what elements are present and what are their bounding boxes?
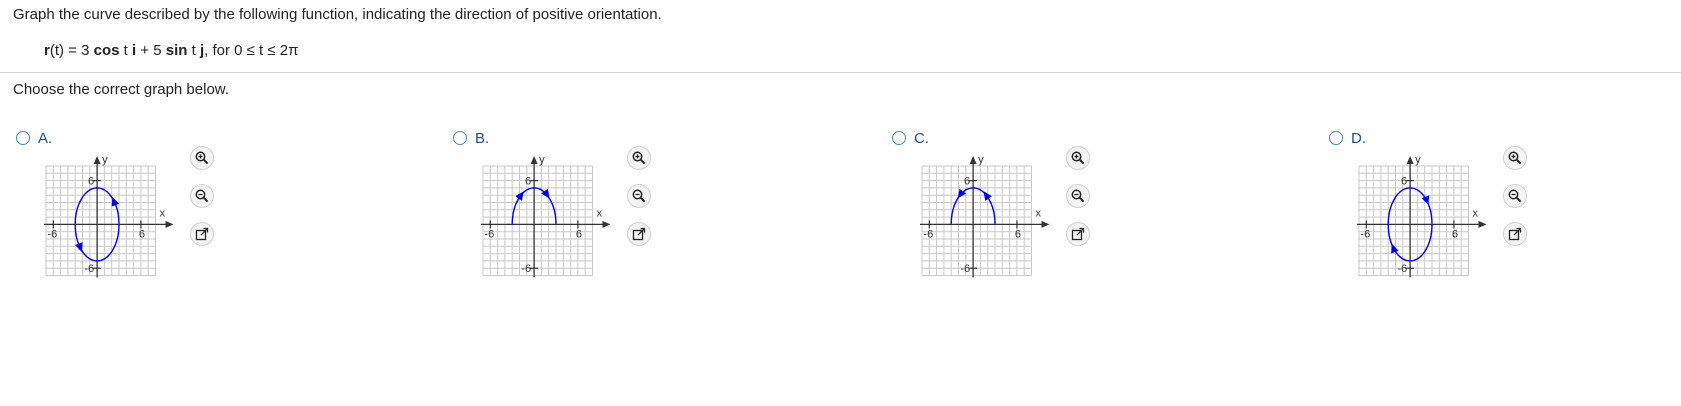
y-axis-label: y	[102, 154, 108, 166]
y-max-label: 6	[964, 176, 970, 188]
option-letter: C.	[914, 130, 929, 147]
x-axis-label: x	[1473, 207, 1479, 219]
expand-button[interactable]	[190, 222, 214, 246]
y-max-label: 6	[88, 176, 94, 188]
x-axis-label: x	[160, 207, 166, 219]
expand-button[interactable]	[1066, 222, 1090, 246]
instruction-text: Choose the correct graph below.	[13, 81, 229, 98]
y-max-label: 6	[1401, 176, 1407, 188]
zoom-out-icon	[195, 189, 209, 203]
x-min-label: -6	[47, 228, 57, 240]
x-min-label: -6	[923, 228, 933, 240]
formula-part: , for 0 ≤ t ≤ 2π	[204, 42, 299, 59]
option-graph[interactable]: y x 6 -6 -6 6	[1355, 154, 1500, 294]
x-max-label: 6	[1015, 228, 1021, 240]
expand-button[interactable]	[627, 222, 651, 246]
x-axis-arrow	[1478, 220, 1487, 228]
expand-icon	[1071, 227, 1085, 241]
zoom-in-button[interactable]	[1066, 146, 1090, 170]
radio-button[interactable]	[1329, 131, 1343, 145]
option-graph[interactable]: y x 6 -6 -6 6	[918, 154, 1063, 294]
formula-cos: cos	[93, 42, 120, 59]
y-min-label: -6	[521, 263, 531, 275]
y-axis-arrow	[969, 156, 977, 164]
formula-part: (t) = 3	[49, 42, 94, 59]
zoom-out-button[interactable]	[190, 184, 214, 208]
option-letter: A.	[38, 130, 53, 147]
x-axis-label: x	[597, 207, 603, 219]
x-min-label: -6	[1360, 228, 1370, 240]
x-min-label: -6	[484, 228, 494, 240]
formula-part: t	[187, 42, 200, 59]
option-letter: B.	[475, 130, 490, 147]
question-prompt: Graph the curve described by the followi…	[13, 6, 662, 23]
y-axis-arrow	[530, 156, 538, 164]
x-axis-label: x	[1036, 207, 1042, 219]
x-max-label: 6	[1452, 228, 1458, 240]
y-axis-arrow	[1406, 156, 1414, 164]
zoom-in-icon	[1071, 151, 1085, 165]
y-min-label: -6	[1397, 263, 1407, 275]
grid	[45, 165, 156, 276]
y-min-label: -6	[960, 263, 970, 275]
radio-button[interactable]	[453, 131, 467, 145]
option-graph[interactable]: y x 6 -6 -6 6	[42, 154, 187, 294]
radio-button[interactable]	[892, 131, 906, 145]
zoom-out-icon	[632, 189, 646, 203]
formula-part: t	[119, 42, 132, 59]
zoom-in-button[interactable]	[1503, 146, 1527, 170]
expand-icon	[632, 227, 646, 241]
zoom-out-button[interactable]	[1066, 184, 1090, 208]
zoom-out-button[interactable]	[627, 184, 651, 208]
zoom-in-icon	[632, 151, 646, 165]
expand-icon	[195, 227, 209, 241]
formula-sin: sin	[165, 42, 188, 59]
x-axis-arrow	[1041, 220, 1050, 228]
y-axis-label: y	[978, 154, 984, 166]
grid	[482, 165, 593, 276]
zoom-in-button[interactable]	[627, 146, 651, 170]
x-axis-arrow	[165, 220, 174, 228]
y-axis-arrow	[93, 156, 101, 164]
zoom-in-button[interactable]	[190, 146, 214, 170]
formula-part: + 5	[136, 42, 166, 59]
radio-button[interactable]	[16, 131, 30, 145]
y-min-label: -6	[84, 263, 94, 275]
x-max-label: 6	[139, 228, 145, 240]
y-max-label: 6	[525, 176, 531, 188]
option-letter: D.	[1351, 130, 1366, 147]
grid	[1358, 165, 1469, 276]
function-formula: r(t) = 3 cos t i + 5 sin t j, for 0 ≤ t …	[44, 42, 298, 59]
x-axis-arrow	[602, 220, 611, 228]
grid	[921, 165, 1032, 276]
zoom-in-icon	[1508, 151, 1522, 165]
zoom-out-icon	[1071, 189, 1085, 203]
zoom-in-icon	[195, 151, 209, 165]
option-graph[interactable]: y x 6 -6 -6 6	[479, 154, 624, 294]
y-axis-label: y	[1415, 154, 1421, 166]
expand-button[interactable]	[1503, 222, 1527, 246]
divider	[0, 72, 1681, 73]
expand-icon	[1508, 227, 1522, 241]
zoom-out-icon	[1508, 189, 1522, 203]
y-axis-label: y	[539, 154, 545, 166]
x-max-label: 6	[576, 228, 582, 240]
zoom-out-button[interactable]	[1503, 184, 1527, 208]
